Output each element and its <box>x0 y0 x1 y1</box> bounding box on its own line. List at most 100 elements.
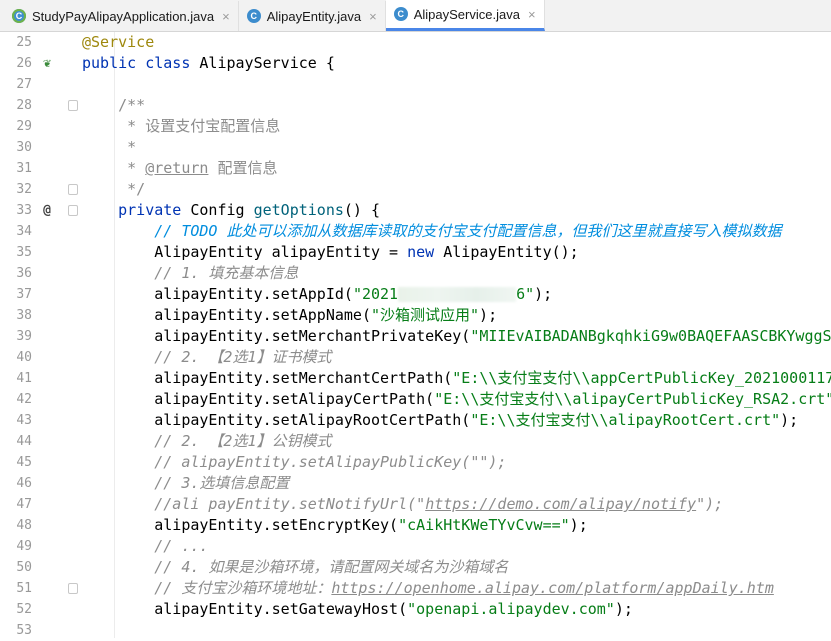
code-line-34[interactable]: 34 // TODO 此处可以添加从数据库读取的支付宝支付配置信息，但我们这里就… <box>0 221 831 242</box>
redacted-region <box>398 287 517 302</box>
java-class-icon: C <box>246 9 261 23</box>
code-line-46[interactable]: 46 // 3.选填信息配置 <box>0 473 831 494</box>
javadoc-tag: @return <box>145 159 209 177</box>
todo-comment: TODO 此处可以添加从数据库读取的支付宝支付配置信息，但我们这里就直接写入模拟… <box>181 222 782 240</box>
javadoc: 配置信息 <box>208 159 278 177</box>
code-text: // 4. 如果是沙箱环境，请配置网关域名为沙箱域名 <box>82 557 508 578</box>
code-line-51[interactable]: 51 // 支付宝沙箱环境地址：https://openhome.alipay.… <box>0 578 831 599</box>
code-line-38[interactable]: 38 alipayEntity.setAppName("沙箱测试应用"); <box>0 305 831 326</box>
code-line-29[interactable]: 29 * 设置支付宝配置信息 <box>0 116 831 137</box>
tab-alipay-entity[interactable]: C AlipayEntity.java × <box>239 1 386 31</box>
code-line-26[interactable]: 26 ❦ public class AlipayService { <box>0 53 831 74</box>
code-line-42[interactable]: 42 alipayEntity.setAlipayCertPath("E:\\支… <box>0 389 831 410</box>
code-line-43[interactable]: 43 alipayEntity.setAlipayRootCertPath("E… <box>0 410 831 431</box>
code-line-40[interactable]: 40 // 2. 【2选1】证书模式 <box>0 347 831 368</box>
code-line-52[interactable]: 52 alipayEntity.setGatewayHost("openapi.… <box>0 599 831 620</box>
code-line-41[interactable]: 41 alipayEntity.setMerchantCertPath("E:\… <box>0 368 831 389</box>
code-text: // 2. 【2选1】公钥模式 <box>82 431 332 452</box>
close-icon[interactable]: × <box>222 9 230 24</box>
code-line-33[interactable]: 33 @ private Config getOptions() { <box>0 200 831 221</box>
code-line-48[interactable]: 48 alipayEntity.setEncryptKey("cAikHtKWe… <box>0 515 831 536</box>
code-text: // 1. 填充基本信息 <box>82 263 298 284</box>
code-text: // TODO 此处可以添加从数据库读取的支付宝支付配置信息，但我们这里就直接写… <box>82 221 782 242</box>
bean-method-gutter-icon[interactable]: @ <box>38 202 56 220</box>
keyword: public class <box>82 54 200 72</box>
javadoc: * <box>82 159 146 177</box>
code-plain: alipayEntity.setMerchantCertPath( <box>82 369 453 387</box>
comment-link[interactable]: https://demo.com/alipay/notify <box>425 495 696 513</box>
line-number: 29 <box>16 119 32 134</box>
line-number: 51 <box>16 581 32 596</box>
comment: // 4. 如果是沙箱环境，请配置网关域名为沙箱域名 <box>154 558 509 576</box>
code-text: */ <box>82 179 145 200</box>
tab-alipay-service[interactable]: C AlipayService.java × <box>385 0 545 31</box>
line-number: 48 <box>16 518 32 533</box>
comment: // 3.选填信息配置 <box>154 474 290 492</box>
code-text: AlipayEntity alipayEntity = new AlipayEn… <box>82 242 578 263</box>
code-line-25[interactable]: 25 @Service <box>0 32 831 53</box>
code-text: @Service <box>82 32 154 53</box>
line-number: 52 <box>16 602 32 617</box>
code-line-39[interactable]: 39 alipayEntity.setMerchantPrivateKey("M… <box>0 326 831 347</box>
code-line-36[interactable]: 36 // 1. 填充基本信息 <box>0 263 831 284</box>
code-line-30[interactable]: 30 * <box>0 137 831 158</box>
code-plain: alipayEntity.setEncryptKey( <box>82 516 399 534</box>
code-line-27[interactable]: 27 <box>0 74 831 95</box>
code-text: private Config getOptions() { <box>82 200 380 221</box>
close-icon[interactable]: × <box>369 9 377 24</box>
return-type: Config <box>190 201 254 219</box>
code-plain: alipayEntity.setAppId( <box>82 285 353 303</box>
fold-marker-icon[interactable] <box>68 583 78 594</box>
fold-marker-icon[interactable] <box>68 100 78 111</box>
code-line-35[interactable]: 35 AlipayEntity alipayEntity = new Alipa… <box>0 242 831 263</box>
string-literal: "2021 <box>352 285 399 303</box>
code-line-49[interactable]: 49 // ... <box>0 536 831 557</box>
line-number: 49 <box>16 539 32 554</box>
spring-bean-gutter-icon[interactable]: ❦ <box>38 55 56 73</box>
code-line-32[interactable]: 32 */ <box>0 179 831 200</box>
code-text: alipayEntity.setGatewayHost("openapi.ali… <box>82 599 633 620</box>
code-line-47[interactable]: 47 //ali payEntity.setNotifyUrl("https:/… <box>0 494 831 515</box>
javadoc: */ <box>82 180 146 198</box>
comment-link[interactable]: https://openhome.alipay.com/platform/app… <box>331 579 774 597</box>
line-number: 42 <box>16 392 32 407</box>
line-number: 44 <box>16 434 32 449</box>
code-text: alipayEntity.setAppId("2021 6"); <box>82 284 552 305</box>
code-line-50[interactable]: 50 // 4. 如果是沙箱环境，请配置网关域名为沙箱域名 <box>0 557 831 578</box>
code-editor[interactable]: 25 @Service 26 ❦ public class AlipayServ… <box>0 32 831 638</box>
code-line-45[interactable]: 45 // alipayEntity.setAlipayPublicKey(""… <box>0 452 831 473</box>
fold-marker-icon[interactable] <box>68 205 78 216</box>
fold-marker-icon[interactable] <box>68 184 78 195</box>
line-number: 28 <box>16 98 32 113</box>
line-number: 41 <box>16 371 32 386</box>
code-text: // 3.选填信息配置 <box>82 473 289 494</box>
code-line-28[interactable]: 28 /** <box>0 95 831 116</box>
line-number: 34 <box>16 224 32 239</box>
editor-tab-bar: C StudyPayAlipayApplication.java × C Ali… <box>0 0 831 32</box>
line-number: 31 <box>16 161 32 176</box>
comment: // 1. 填充基本信息 <box>154 264 299 282</box>
line-number: 46 <box>16 476 32 491</box>
tab-study-pay-alipay-application[interactable]: C StudyPayAlipayApplication.java × <box>4 1 239 31</box>
tab-label: AlipayEntity.java <box>266 8 362 24</box>
code-text: public class AlipayService { <box>82 53 335 74</box>
string-literal: "E:\\支付宝支付\\alipayRootCert.crt" <box>470 411 781 429</box>
javadoc: * 设置支付宝配置信息 <box>82 117 281 135</box>
comment: // 2. 【2选1】公钥模式 <box>154 432 332 450</box>
comment: // ... <box>154 537 209 555</box>
code-line-44[interactable]: 44 // 2. 【2选1】公钥模式 <box>0 431 831 452</box>
close-icon[interactable]: × <box>528 7 536 22</box>
code-line-37[interactable]: 37 alipayEntity.setAppId("2021 6"); <box>0 284 831 305</box>
javadoc: /** <box>82 96 146 114</box>
code-line-31[interactable]: 31 * @return 配置信息 <box>0 158 831 179</box>
code-text: //ali payEntity.setNotifyUrl("https://de… <box>82 494 723 515</box>
code-punct: () { <box>343 201 381 219</box>
tab-label: AlipayService.java <box>413 6 520 22</box>
